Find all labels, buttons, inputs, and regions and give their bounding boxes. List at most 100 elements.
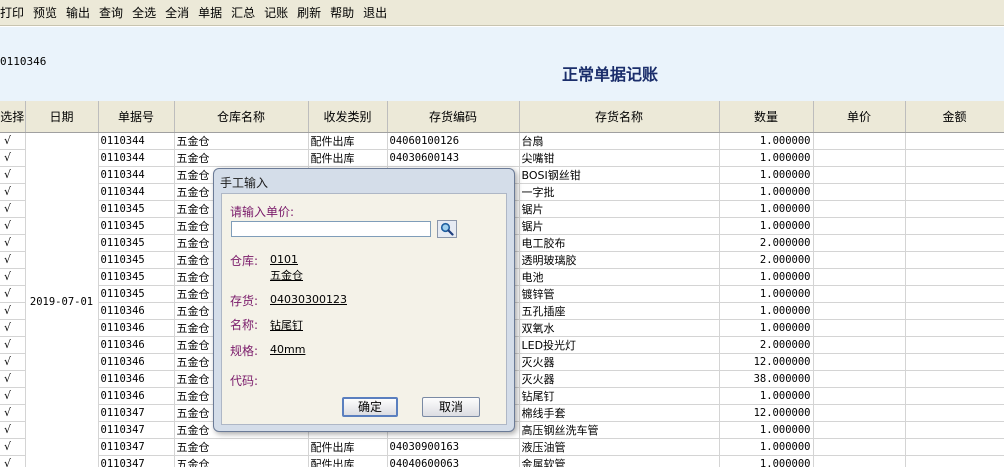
unit-price-cell [813, 268, 906, 286]
quantity-cell: 38.000000 [719, 370, 814, 388]
unit-price-cell [813, 455, 906, 467]
unit-price-cell [813, 387, 906, 405]
table-row[interactable]: √ 0110344 五金仓 配件出库 04030600143 尖嘴钳 1.000000 [0, 149, 1004, 167]
column-header[interactable]: 金额 [905, 101, 1004, 133]
name-label: 名称: [230, 318, 259, 332]
ok-button[interactable]: 确定 [342, 397, 398, 417]
row-select-mark: √ [0, 285, 26, 303]
unit-price-cell [813, 353, 906, 371]
quantity-cell: 1.000000 [719, 387, 814, 405]
warehouse-cell: 五金仓 [174, 455, 309, 467]
quantity-cell: 1.000000 [719, 438, 814, 456]
amount-cell [905, 285, 1004, 303]
column-header[interactable]: 单据号 [98, 101, 175, 133]
document-number-cell: 0110347 [98, 404, 175, 422]
amount-cell [905, 183, 1004, 201]
menu-item[interactable]: 记账 [261, 0, 294, 26]
unit-price-cell [813, 336, 906, 354]
column-header[interactable]: 仓库名称 [174, 101, 309, 133]
document-number-cell: 0110347 [98, 421, 175, 439]
amount-cell [905, 404, 1004, 422]
stock-name-cell: 透明玻璃胶 [519, 251, 720, 269]
menu-item[interactable]: 全消 [162, 0, 195, 26]
document-number-cell: 0110345 [98, 217, 175, 235]
quantity-cell: 1.000000 [719, 455, 814, 467]
unit-price-cell [813, 319, 906, 337]
menu-item[interactable]: 输出 [63, 0, 96, 26]
stock-name-cell: 棉线手套 [519, 404, 720, 422]
table-row[interactable]: √ 2019-07-01 0110344 五金仓 配件出库 04060100126 台扇 1.… [0, 132, 1004, 467]
stock-name-cell: 镀锌管 [519, 285, 720, 303]
unit-price-cell [813, 285, 906, 303]
column-header[interactable]: 数量 [719, 101, 814, 133]
warehouse-cell: 五金仓 [174, 149, 309, 167]
lookup-button[interactable] [437, 220, 457, 238]
amount-cell [905, 387, 1004, 405]
row-select-mark: √ [0, 234, 26, 252]
stock-name-cell: BOSI钢丝钳 [519, 166, 720, 184]
row-select-mark: √ [0, 438, 26, 456]
menu-item[interactable]: 全选 [129, 0, 162, 26]
stock-name-cell: 灭火器 [519, 353, 720, 371]
cancel-button[interactable]: 取消 [422, 397, 480, 417]
table-row[interactable]: √ 0110347 五金仓 配件出库 04030900163 液压油管 1.000000 [0, 438, 1004, 456]
quantity-cell: 12.000000 [719, 353, 814, 371]
amount-cell [905, 336, 1004, 354]
quantity-cell: 2.000000 [719, 234, 814, 252]
menu-item[interactable]: 刷新 [294, 0, 327, 26]
menu-item[interactable]: 汇总 [228, 0, 261, 26]
code-label: 代码: [230, 374, 259, 388]
document-number-cell: 0110346 [98, 336, 175, 354]
stock-code-cell: 04030900163 [387, 438, 520, 456]
column-header[interactable]: 存货编码 [387, 101, 520, 133]
quantity-cell: 1.000000 [719, 149, 814, 167]
row-select-mark: √ [0, 455, 26, 467]
row-select-mark: √ [0, 149, 26, 167]
table-row[interactable]: √ 0110347 五金仓 配件出库 04040600063 金属软管 1.000000 [0, 455, 1004, 467]
transaction-type-cell: 配件出库 [308, 438, 388, 456]
date-cell: 2019-07-01 [25, 132, 99, 467]
row-select-mark: √ [0, 336, 26, 354]
unit-price-cell [813, 251, 906, 269]
amount-cell [905, 132, 1004, 150]
amount-cell [905, 234, 1004, 252]
row-select-mark: √ [0, 217, 26, 235]
row-select-mark: √ [0, 268, 26, 286]
menu-item[interactable]: 单据 [195, 0, 228, 26]
warehouse-name: 五金仓 [270, 269, 303, 282]
amount-cell [905, 217, 1004, 235]
quantity-cell: 1.000000 [719, 268, 814, 286]
unit-price-cell [813, 217, 906, 235]
column-header[interactable]: 日期 [25, 101, 99, 133]
page-title: 正常单据记账 [562, 65, 659, 84]
header-area: 0110346 正常单据记账 [0, 27, 1004, 101]
stock-code-cell: 04040600063 [387, 455, 520, 467]
menu-item[interactable]: 打印 [0, 0, 30, 26]
dialog-body: 请输入单价: 仓库: 0101 五金仓 存货: 04030300123 名称: … [221, 193, 507, 425]
amount-cell [905, 319, 1004, 337]
stock-name-cell: 锯片 [519, 200, 720, 218]
warehouse-cell: 五金仓 [174, 438, 309, 456]
amount-cell [905, 353, 1004, 371]
menu-item[interactable]: 帮助 [327, 0, 360, 26]
column-header[interactable]: 单价 [813, 101, 906, 133]
amount-cell [905, 302, 1004, 320]
stock-name-cell: 电工胶布 [519, 234, 720, 252]
column-header[interactable]: 存货名称 [519, 101, 720, 133]
price-input[interactable] [231, 221, 431, 237]
transaction-type-cell: 配件出库 [308, 455, 388, 467]
stock-name-cell: 灭火器 [519, 370, 720, 388]
name-value: 钻尾钉 [270, 319, 303, 332]
unit-price-cell [813, 421, 906, 439]
stock-name-cell: 金属软管 [519, 455, 720, 467]
menu-item[interactable]: 退出 [360, 0, 393, 26]
menu-item[interactable]: 查询 [96, 0, 129, 26]
stock-name-cell: 电池 [519, 268, 720, 286]
column-header[interactable]: 收发类别 [308, 101, 388, 133]
column-header[interactable]: 选择 [0, 101, 26, 133]
quantity-cell: 1.000000 [719, 285, 814, 303]
quantity-cell: 1.000000 [719, 200, 814, 218]
menu-item[interactable]: 预览 [30, 0, 63, 26]
amount-cell [905, 268, 1004, 286]
amount-cell [905, 200, 1004, 218]
